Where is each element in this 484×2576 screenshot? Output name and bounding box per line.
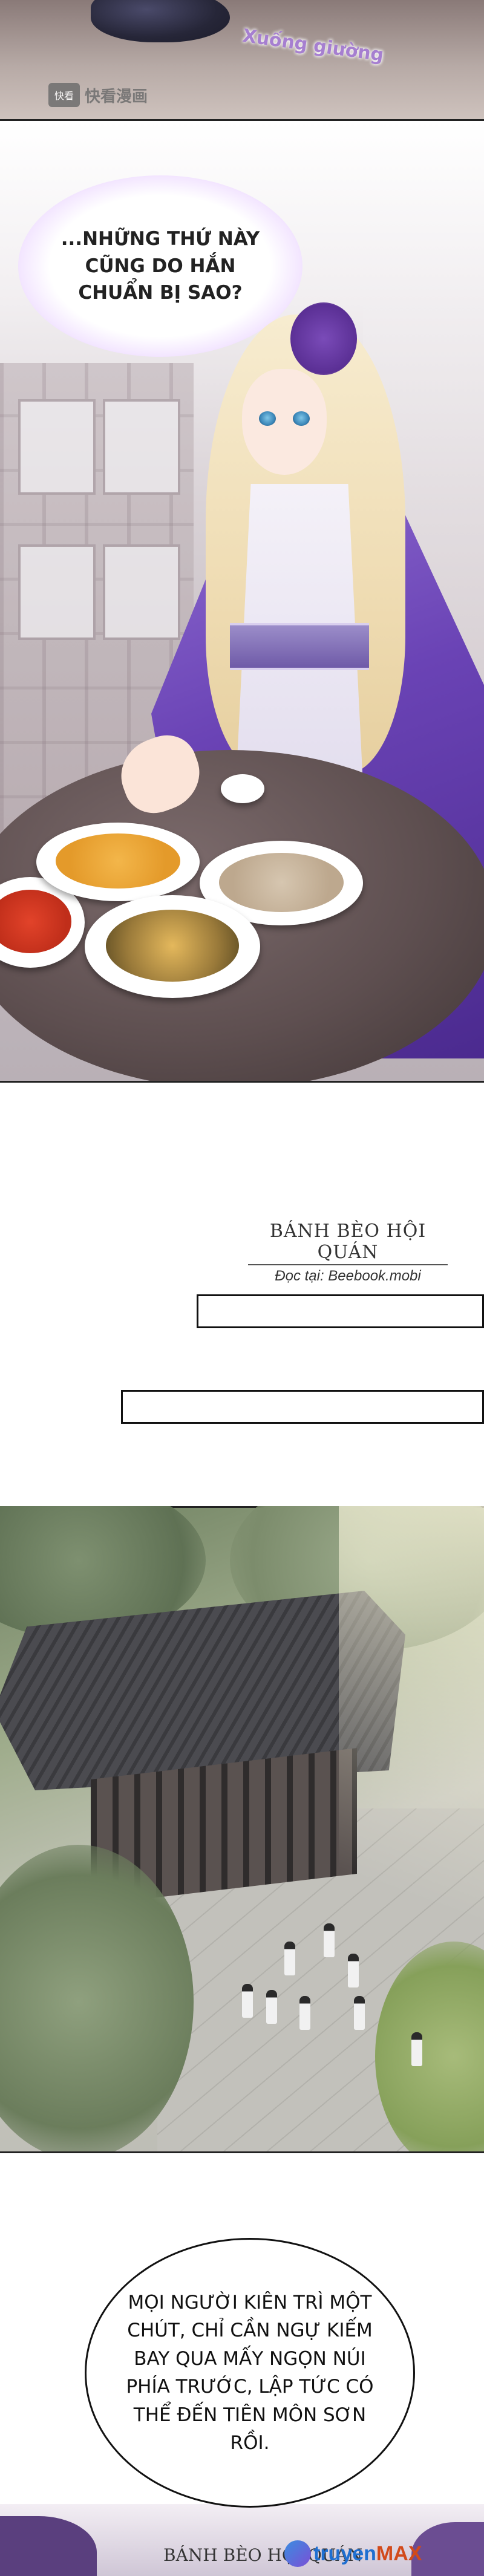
bowl-egg-soup: [85, 895, 260, 998]
site-badge: truyenMAX: [284, 2540, 422, 2567]
boot-illustration: [91, 0, 230, 42]
disciple-figure: [348, 1954, 359, 1987]
studio-name: BÁNH BÈO HỘI QUÁN: [248, 1221, 448, 1265]
disciple-figure: [284, 1942, 295, 1975]
studio-watermark: BÁNH BÈO HỘI QUÁN Đọc tại: Beebook.mobi: [248, 1221, 448, 1285]
background-window: [103, 544, 180, 640]
character-face: [242, 369, 327, 475]
studio-read-at: Đọc tại: Beebook.mobi: [275, 1268, 421, 1284]
thought-text: ...NHỮNG THỨ NÀY CŨNG DO HẮN CHUẨN BỊ SA…: [60, 227, 260, 304]
panel-floor-boot: Xuống giường 快看 快看漫画: [0, 0, 484, 121]
watermark: 快看 快看漫画: [48, 82, 200, 108]
disciple-figure: [299, 1996, 310, 2030]
background-window: [18, 544, 96, 640]
orange-soup: [56, 833, 180, 889]
watermark-text: 快看漫画: [85, 86, 148, 105]
disciple-figure: [266, 1990, 277, 2024]
bowl-orange-soup: [36, 823, 200, 901]
site-name: truyenMAX: [313, 2542, 422, 2566]
left-eye: [259, 411, 276, 426]
robe-fragment: [0, 2516, 97, 2576]
thought-bubble: ...NHỮNG THỨ NÀY CŨNG DO HẮN CHUẨN BỊ SA…: [18, 175, 302, 357]
panel-courtyard: [0, 1506, 484, 2153]
disciple-figure: [411, 2032, 422, 2066]
waist-sash: [230, 623, 369, 670]
empty-caption-bar: [197, 1294, 484, 1328]
porridge: [219, 852, 344, 912]
site-prefix: truyen: [313, 2542, 376, 2565]
background-window: [18, 399, 96, 495]
speech-text: MỌI NGƯỜI KIÊN TRÌ MỘT CHÚT, CHỈ CẦN NGỰ…: [126, 2291, 374, 2454]
panel-speech: MỌI NGƯỜI KIÊN TRÌ MỘT CHÚT, CHỈ CẦN NGỰ…: [0, 2153, 484, 2576]
hair-ornament: [290, 302, 357, 375]
sfx-text: Xuống giường: [241, 25, 385, 67]
background-window: [103, 399, 180, 495]
panel-girl-at-table: ...NHỮNG THỨ NÀY CŨNG DO HẮN CHUẨN BỊ SA…: [0, 121, 484, 1083]
disciple-figure: [324, 1923, 335, 1957]
small-cup: [221, 774, 264, 803]
site-logo-icon: [284, 2540, 311, 2567]
site-suffix: MAX: [376, 2542, 422, 2565]
red-dish: [0, 890, 72, 953]
egg-soup: [105, 909, 240, 982]
kuaikan-logo-icon: 快看: [48, 83, 80, 107]
disciple-figure: [354, 1996, 365, 2030]
robe-fragment: [411, 2522, 484, 2576]
right-eye: [293, 411, 310, 426]
sun-ray: [339, 1506, 484, 2050]
gap-area: BÁNH BÈO HỘI QUÁN Đọc tại: Beebook.mobi: [0, 1083, 484, 1506]
disciple-figure: [242, 1984, 253, 2018]
empty-caption-bar: [121, 1390, 484, 1424]
speech-bubble: MỌI NGƯỜI KIÊN TRÌ MỘT CHÚT, CHỈ CẦN NGỰ…: [85, 2238, 415, 2508]
